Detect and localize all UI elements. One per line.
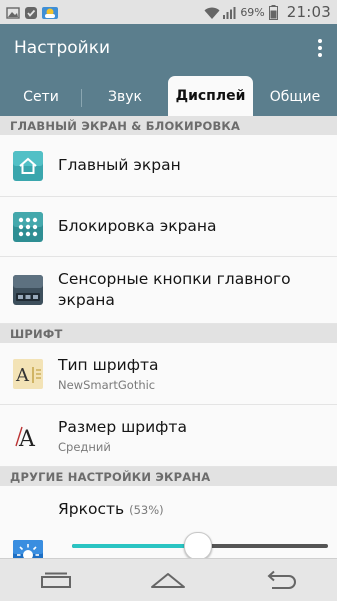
home-icon — [13, 150, 43, 181]
home-nav-icon[interactable] — [138, 562, 198, 598]
svg-text:A: A — [15, 365, 30, 386]
section-header-home-lock: ГЛАВНЫЙ ЭКРАН & БЛОКИРОВКА — [0, 116, 337, 135]
item-title: Сенсорные кнопки главного экрана — [58, 270, 291, 309]
navigation-bar — [0, 558, 337, 601]
gallery-icon — [6, 5, 20, 19]
recent-apps-icon[interactable] — [26, 562, 86, 598]
weather-icon — [42, 5, 58, 19]
list-item-touch-buttons[interactable]: Сенсорные кнопки главного экрана — [0, 257, 337, 324]
brightness-slider[interactable] — [72, 532, 328, 560]
tab-sound[interactable]: Звук — [82, 78, 168, 116]
item-subtitle: Средний — [58, 440, 111, 454]
signal-icon — [222, 5, 236, 19]
back-icon[interactable] — [251, 562, 311, 598]
touch-buttons-icon — [13, 275, 43, 305]
action-bar: Настройки — [0, 24, 337, 72]
item-title: Главный экран — [58, 156, 181, 174]
settings-list: ГЛАВНЫЙ ЭКРАН & БЛОКИРОВКА Главный экран… — [0, 116, 337, 588]
brightness-percent: (53%) — [129, 503, 164, 517]
font-type-icon: A — [13, 358, 43, 389]
tab-networks[interactable]: Сети — [0, 78, 82, 116]
list-item-lock-screen[interactable]: Блокировка экрана — [0, 197, 337, 257]
lock-pattern-icon — [13, 211, 43, 242]
tab-bar: Сети Звук Дисплей Общие — [0, 72, 337, 116]
item-subtitle: NewSmartGothic — [58, 378, 156, 392]
brightness-title: Яркость — [58, 500, 125, 518]
tab-display[interactable]: Дисплей — [168, 76, 253, 116]
list-item-font-size[interactable]: A Размер шрифта Средний — [0, 405, 337, 467]
status-bar: 69% 21:03 — [0, 0, 337, 24]
check-icon — [24, 5, 38, 19]
clock: 21:03 — [286, 3, 331, 21]
tab-general[interactable]: Общие — [253, 78, 337, 116]
section-header-font: ШРИФТ — [0, 324, 337, 343]
page-title: Настройки — [14, 38, 111, 58]
font-size-icon: A — [13, 420, 43, 451]
battery-icon — [268, 5, 283, 20]
item-title: Размер шрифта — [58, 418, 187, 436]
overflow-menu-icon[interactable] — [306, 30, 334, 66]
battery-percent: 69% — [240, 5, 265, 19]
section-header-other: ДРУГИЕ НАСТРОЙКИ ЭКРАНА — [0, 467, 337, 486]
item-title: Тип шрифта — [58, 356, 159, 374]
list-item-font-type[interactable]: A Тип шрифта NewSmartGothic — [0, 343, 337, 405]
list-item-home-screen[interactable]: Главный экран — [0, 135, 337, 197]
item-title: Блокировка экрана — [58, 217, 217, 235]
slider-thumb[interactable] — [184, 532, 213, 560]
slider-fill — [72, 544, 198, 548]
wifi-icon — [204, 5, 220, 19]
brightness-title-wrap: Яркость (53%) — [58, 500, 164, 518]
